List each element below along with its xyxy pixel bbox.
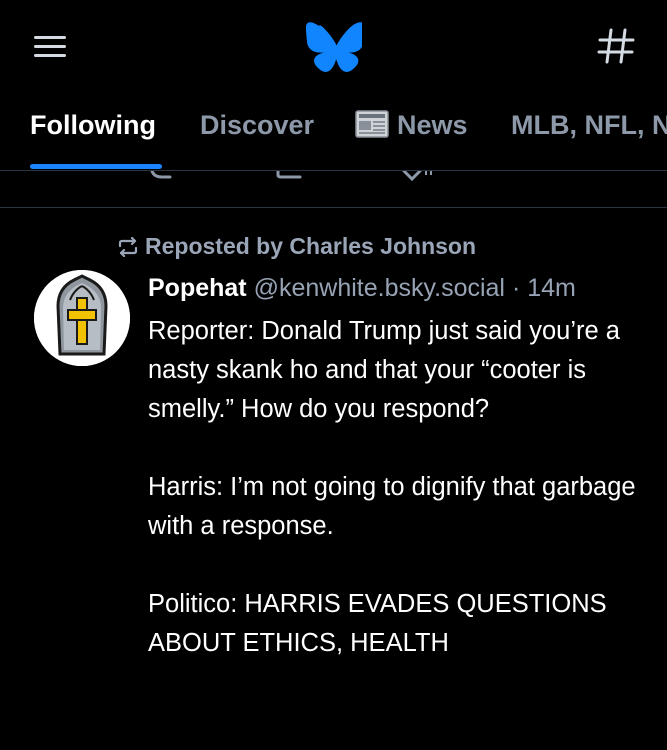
butterfly-logo-icon[interactable] — [306, 22, 362, 72]
post-header: Popehat @kenwhite.bsky.social · 14m — [148, 274, 576, 303]
repost-label: Reposted by Charles Johnson — [145, 233, 477, 259]
newspaper-icon — [355, 110, 389, 138]
post-body[interactable]: Reporter: Donald Trump just said you’re … — [148, 312, 653, 663]
post-paragraph: Reporter: Donald Trump just said you’re … — [148, 317, 620, 423]
tab-following[interactable]: Following — [30, 110, 156, 141]
tab-label: Discover — [200, 110, 315, 140]
previous-post-actions — [0, 171, 667, 207]
separator-dot: · — [511, 274, 521, 302]
post-timestamp[interactable]: 14m — [527, 274, 576, 302]
repost-icon[interactable] — [272, 171, 306, 181]
repost-icon — [118, 236, 138, 258]
author-handle[interactable]: @kenwhite.bsky.social — [254, 274, 505, 302]
tab-mlb-nfl[interactable]: MLB, NFL, N — [511, 110, 667, 141]
tab-discover[interactable]: Discover — [200, 110, 314, 141]
post-paragraph: Politico: HARRIS EVADES QUESTIONS ABOUT … — [148, 590, 607, 657]
post-paragraph: Harris: I’m not going to dignify that ga… — [148, 473, 636, 540]
repost-indicator[interactable]: Reposted by Charles Johnson — [117, 233, 476, 260]
tab-label: MLB, NFL, N — [511, 110, 667, 140]
tab-label: News — [397, 110, 468, 140]
active-tab-indicator — [30, 164, 162, 169]
hashtag-icon[interactable] — [592, 22, 640, 70]
feed-tabs: Following Discover News MLB, NFL, N — [0, 100, 667, 170]
author-display-name[interactable]: Popehat — [148, 274, 247, 302]
reply-icon[interactable] — [148, 171, 178, 181]
like-icon[interactable] — [400, 171, 436, 181]
app-screen: Following Discover News MLB, NFL, N Repo… — [0, 0, 667, 750]
mitre-avatar-icon — [34, 270, 130, 366]
top-bar — [0, 0, 667, 95]
hamburger-menu-icon[interactable] — [28, 30, 72, 64]
avatar[interactable] — [34, 270, 130, 366]
tab-label: Following — [30, 110, 156, 140]
tab-news[interactable]: News — [355, 110, 468, 141]
feed-divider — [0, 207, 667, 208]
